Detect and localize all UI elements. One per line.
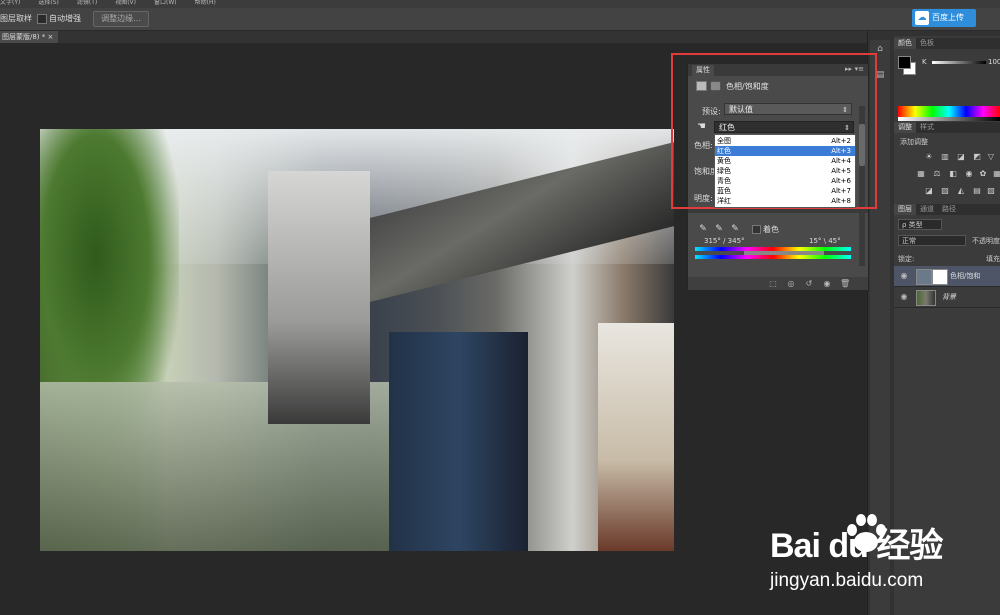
levels-icon[interactable]: ▥ — [940, 152, 950, 161]
brightness-icon[interactable]: ☀ — [924, 152, 934, 161]
upload-label: 百度上传 — [932, 13, 964, 22]
colorize-checkbox[interactable] — [752, 225, 761, 234]
opacity-label: 不透明度 — [972, 237, 1000, 245]
document-tabbar: 图层蒙版/8) * × — [0, 31, 867, 43]
fill-label: 填充 — [986, 255, 1000, 263]
exposure-icon[interactable]: ◩ — [972, 152, 982, 161]
threshold-icon[interactable]: ◭ — [956, 186, 966, 195]
vibrance-icon[interactable]: ▽ — [986, 152, 996, 161]
channel-mixer-icon[interactable]: ✿ — [978, 169, 988, 178]
panel-divider[interactable] — [688, 209, 868, 213]
range-left-value: 315° / 345° — [704, 237, 745, 245]
cloud-icon: ☁ — [915, 11, 929, 25]
photo-filter-icon[interactable]: ◉ — [964, 169, 974, 178]
channel-dropdown: 全图 Alt+2 红色 Alt+3 黄色 Alt+4 绿色 Alt+5 青色 Alt+6 … — [714, 134, 856, 208]
menubar: 文字(Y) 选择(S) 滤镜(T) 视图(V) 窗口(W) 帮助(H) — [0, 0, 1000, 8]
layer-row-background[interactable]: ◉ 背景 — [894, 287, 1000, 308]
layers-panel-tabs: 图层 通道 路径 — [894, 204, 1000, 215]
eyedropper-icon[interactable]: ✎ — [698, 224, 708, 234]
grayscale-ramp[interactable] — [898, 117, 1000, 121]
menu-view[interactable]: 视图(V) — [115, 0, 136, 6]
dropdown-item-master[interactable]: 全图 Alt+2 — [715, 136, 855, 146]
adjust-panel-tabs: 调整 样式 — [894, 122, 1000, 133]
color-balance-icon[interactable]: ⚖ — [932, 169, 942, 178]
auto-enhance-checkbox[interactable] — [37, 14, 47, 24]
result-hue-bar — [695, 255, 851, 259]
color-panel-tabs: 颜色 色板 — [894, 38, 1000, 49]
baidu-upload-button[interactable]: ☁ 百度上传 — [912, 9, 976, 27]
k-label: K — [922, 58, 927, 66]
eyedropper-plus-icon[interactable]: ✎ — [714, 224, 724, 234]
posterize-icon[interactable]: ▨ — [940, 186, 950, 195]
photo-house — [268, 171, 370, 425]
selective-color-icon[interactable]: ▧ — [986, 186, 996, 195]
visibility-eye-icon[interactable]: ◉ — [822, 279, 832, 288]
eyedropper-minus-icon[interactable]: ✎ — [730, 224, 740, 234]
document-tab-title: 图层蒙版/8) * — [2, 33, 46, 41]
color-lookup-icon[interactable]: ▦ — [992, 169, 1000, 178]
menu-window[interactable]: 窗口(W) — [154, 0, 177, 6]
view-previous-icon[interactable]: ◎ — [786, 279, 796, 288]
auto-enhance-label: 自动增强 — [49, 14, 81, 23]
clip-to-layer-icon[interactable]: ⬚ — [768, 279, 778, 288]
tab-layers[interactable]: 图层 — [894, 204, 916, 215]
dropdown-item-yellow[interactable]: 黄色 Alt+4 — [715, 156, 855, 166]
menu-filter[interactable]: 滤镜(T) — [77, 0, 97, 6]
sample-layers-label[interactable]: 图层取样 — [0, 13, 32, 24]
layer-row-hue-sat[interactable]: ◉ 色相/饱和 — [894, 266, 1000, 287]
dropdown-item-green[interactable]: 绿色 Alt+5 — [715, 166, 855, 176]
photo-wall — [597, 323, 674, 551]
k-slider[interactable] — [932, 61, 986, 64]
black-white-icon[interactable]: ◧ — [948, 169, 958, 178]
color-spectrum[interactable] — [898, 106, 1000, 117]
photo-water — [40, 382, 434, 551]
invert-icon[interactable]: ◪ — [924, 186, 934, 195]
range-right-value: 15° \ 45° — [809, 237, 841, 245]
adjustment-layer-thumb — [916, 269, 932, 285]
layer-name[interactable]: 色相/饱和 — [950, 271, 980, 281]
add-adjustment-title: 添加调整 — [900, 138, 928, 146]
tab-adjust[interactable]: 调整 — [894, 122, 916, 133]
background-layer-thumb — [916, 290, 936, 306]
dropdown-item-blue[interactable]: 蓝色 Alt+7 — [715, 186, 855, 196]
baidu-watermark: Bai du 经验 jingyan.baidu.com — [770, 512, 970, 602]
menu-text[interactable]: 文字(Y) — [0, 0, 20, 6]
blend-mode-select[interactable]: 正常 — [898, 235, 966, 246]
dropdown-item-magenta[interactable]: 洋红 Alt+8 — [715, 196, 855, 206]
colorize-label: 着色 — [763, 225, 779, 234]
refine-edge-button[interactable]: 调整边缘... — [93, 11, 149, 27]
document-tab[interactable]: 图层蒙版/8) * × — [0, 31, 58, 43]
hue-sat-icon[interactable]: ▦ — [916, 169, 926, 178]
dropdown-item-red[interactable]: 红色 Alt+3 — [715, 146, 855, 156]
tab-styles[interactable]: 样式 — [916, 122, 938, 133]
canal-photo[interactable] — [40, 129, 674, 551]
close-icon[interactable]: × — [48, 33, 54, 41]
menu-select[interactable]: 选择(S) — [38, 0, 59, 6]
watermark-url: jingyan.baidu.com — [770, 570, 924, 591]
layer-filter-select[interactable]: ρ 类型 — [898, 219, 942, 230]
options-bar: 图层取样 自动增强 调整边缘... ☁ 百度上传 — [0, 8, 1000, 31]
gradient-map-icon[interactable]: ▤ — [972, 186, 982, 195]
foreground-color-swatch[interactable] — [898, 56, 911, 69]
k-value[interactable]: 100 — [988, 58, 1000, 66]
dropdown-item-cyan[interactable]: 青色 Alt+6 — [715, 176, 855, 186]
photo-doors — [388, 331, 529, 551]
delete-icon[interactable]: 🗑 — [840, 279, 850, 288]
tab-color[interactable]: 颜色 — [894, 38, 916, 49]
curves-icon[interactable]: ◪ — [956, 152, 966, 161]
eye-icon[interactable]: ◉ — [899, 271, 909, 281]
lock-label: 锁定: — [898, 255, 915, 263]
eye-icon[interactable]: ◉ — [899, 292, 909, 302]
tab-paths[interactable]: 路径 — [938, 204, 960, 215]
reset-icon[interactable]: ↺ — [804, 279, 814, 288]
tab-swatches[interactable]: 色板 — [916, 38, 938, 49]
layer-name[interactable]: 背景 — [942, 292, 956, 302]
menu-help[interactable]: 帮助(H) — [195, 0, 216, 6]
layer-mask-thumb[interactable] — [932, 269, 948, 285]
tab-channels[interactable]: 通道 — [916, 204, 938, 215]
paw-icon — [847, 514, 886, 552]
